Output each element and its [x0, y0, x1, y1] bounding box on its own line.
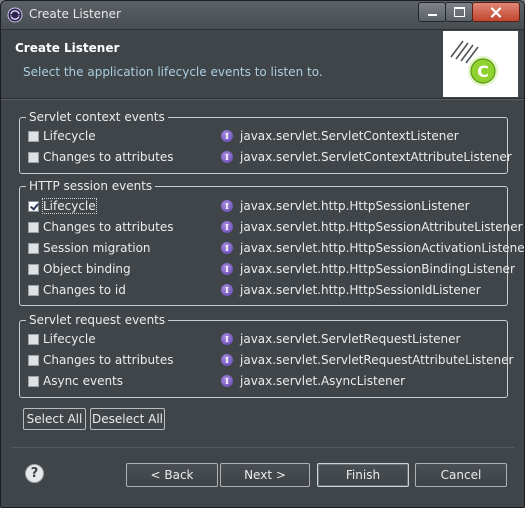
deselect-all-button[interactable]: Deselect All [90, 408, 165, 430]
checkbox-label: Lifecycle [42, 198, 97, 214]
group-legend: Servlet request events [26, 312, 169, 328]
close-button[interactable] [472, 2, 520, 22]
interface-icon: I [221, 284, 233, 296]
checkbox-row-context-lifecycle[interactable]: Lifecycle I javax.servlet.ServletContext… [28, 128, 504, 146]
interface-icon: I [221, 200, 233, 212]
interface-icon: I [221, 221, 233, 233]
checkbox-row-request-attributes[interactable]: Changes to attributes I javax.servlet.Se… [28, 352, 513, 370]
interface-icon: I [221, 151, 233, 163]
finish-button[interactable]: Finish [317, 463, 409, 487]
maximize-icon [453, 7, 465, 17]
checkbox-label: Lifecycle [43, 129, 96, 143]
interface-name: javax.servlet.ServletContextListener [240, 129, 459, 143]
group-legend: Servlet context events [26, 109, 168, 125]
interface-name: javax.servlet.http.HttpSessionIdListener [240, 283, 481, 297]
checkbox[interactable] [28, 285, 39, 296]
checkbox-row-session-attributes[interactable]: Changes to attributes I javax.servlet.ht… [28, 219, 523, 237]
interface-name: javax.servlet.http.HttpSessionBindingLis… [240, 262, 515, 276]
checkbox-label: Session migration [43, 241, 151, 255]
checkbox-row-request-lifecycle[interactable]: Lifecycle I javax.servlet.ServletRequest… [28, 331, 504, 349]
interface-icon: I [221, 130, 233, 142]
eclipse-icon [7, 7, 23, 23]
footer-separator [11, 447, 514, 448]
checkbox[interactable] [28, 152, 39, 163]
interface-icon: I [221, 263, 233, 275]
checkbox-label: Changes to attributes [43, 220, 174, 234]
servlet-request-events-group: Servlet request events Lifecycle I javax… [19, 312, 513, 398]
checkbox-label: Changes to id [43, 283, 126, 297]
interface-icon: I [221, 375, 233, 387]
checkbox-row-context-attributes[interactable]: Changes to attributes I javax.servlet.Se… [28, 149, 512, 167]
http-session-events-group: HTTP session events Lifecycle I javax.se… [19, 178, 524, 306]
checkbox-label: Changes to attributes [43, 353, 174, 367]
minimize-button[interactable] [418, 2, 446, 22]
servlet-context-events-group: Servlet context events Lifecycle I javax… [19, 109, 512, 174]
select-all-button[interactable]: Select All [23, 408, 86, 430]
interface-name: javax.servlet.ServletContextAttributeLis… [240, 150, 512, 164]
interface-name: javax.servlet.http.HttpSessionAttributeL… [240, 220, 523, 234]
interface-icon: I [221, 354, 233, 366]
checkbox-row-object-binding[interactable]: Object binding I javax.servlet.http.Http… [28, 261, 515, 279]
title-bar[interactable]: Create Listener [1, 1, 524, 30]
banner-separator [1, 99, 524, 100]
minimize-icon [427, 14, 437, 16]
checkbox-row-session-lifecycle[interactable]: Lifecycle I javax.servlet.http.HttpSessi… [28, 198, 504, 216]
window-title: Create Listener [29, 7, 121, 21]
interface-name: javax.servlet.http.HttpSessionActivation… [240, 241, 525, 255]
checkbox[interactable] [28, 264, 39, 275]
wizard-banner: Create Listener Select the application l… [1, 30, 524, 99]
interface-name: javax.servlet.ServletRequestAttributeLis… [240, 353, 514, 367]
checkbox[interactable] [28, 131, 39, 142]
checkbox-label: Object binding [43, 262, 131, 276]
checkbox-row-session-migration[interactable]: Session migration I javax.servlet.http.H… [28, 240, 524, 258]
interface-icon: I [221, 242, 233, 254]
checkbox-label: Lifecycle [43, 332, 96, 346]
checkbox[interactable] [28, 334, 39, 345]
svg-text:C: C [477, 62, 489, 81]
interface-name: javax.servlet.AsyncListener [240, 374, 406, 388]
checkbox[interactable] [28, 222, 39, 233]
interface-name: javax.servlet.http.HttpSessionListener [240, 199, 470, 213]
checkbox-label: Changes to attributes [43, 150, 174, 164]
maximize-button[interactable] [445, 2, 473, 22]
create-listener-dialog: Create Listener Create Listener Select t… [0, 0, 525, 508]
group-legend: HTTP session events [26, 178, 156, 194]
banner-title: Create Listener [15, 41, 120, 55]
class-wizard-icon: C [443, 31, 518, 97]
interface-icon: I [221, 333, 233, 345]
checkbox[interactable] [28, 376, 39, 387]
checkbox[interactable] [28, 201, 39, 212]
interface-name: javax.servlet.ServletRequestListener [240, 332, 461, 346]
checkbox[interactable] [28, 355, 39, 366]
checkbox-label: Async events [43, 374, 124, 388]
checkbox[interactable] [28, 243, 39, 254]
checkbox-row-session-id[interactable]: Changes to id I javax.servlet.http.HttpS… [28, 282, 504, 300]
help-icon[interactable]: ? [25, 464, 44, 483]
banner-description: Select the application lifecycle events … [23, 65, 323, 79]
back-button[interactable]: < Back [126, 463, 218, 487]
checkbox-row-async-events[interactable]: Async events I javax.servlet.AsyncListen… [28, 373, 504, 391]
next-button[interactable]: Next > [220, 463, 310, 487]
close-icon [490, 6, 502, 18]
cancel-button[interactable]: Cancel [415, 463, 507, 487]
